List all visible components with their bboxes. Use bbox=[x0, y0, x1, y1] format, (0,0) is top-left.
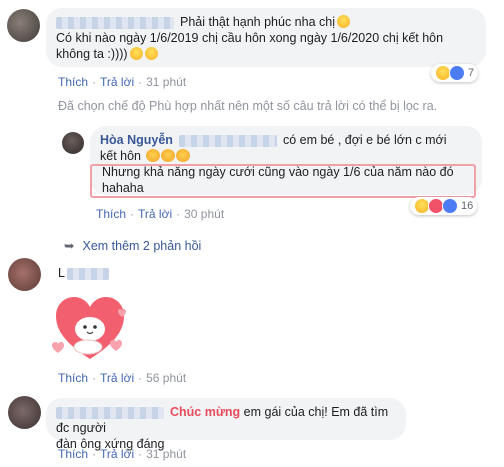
comment-line: kết hôn bbox=[100, 148, 472, 164]
heart-face-emoji-icon bbox=[175, 149, 190, 162]
comment-line: Phải thật hạnh phúc nha chị bbox=[56, 14, 476, 30]
heart-hug-sticker bbox=[52, 297, 126, 359]
timestamp[interactable]: 31 phút bbox=[146, 75, 186, 89]
avatar[interactable] bbox=[8, 258, 41, 291]
heart-face-emoji-icon bbox=[160, 149, 175, 162]
sticker-eye bbox=[93, 325, 97, 329]
reply-link[interactable]: Trả lời bbox=[100, 371, 134, 385]
comment-actions: Thích · Trả lời · 31 phút bbox=[58, 75, 187, 89]
author-name[interactable]: Hòa Nguyễn bbox=[100, 133, 173, 147]
sticker-hands bbox=[73, 339, 103, 355]
blurred-author-name[interactable] bbox=[66, 267, 109, 280]
laughing-emoji-icon bbox=[129, 47, 143, 60]
like-icon bbox=[442, 198, 458, 214]
like-link[interactable]: Thích bbox=[58, 447, 88, 461]
reaction-count: 16 bbox=[461, 200, 474, 212]
comment-actions: Thích · Trả lời · 31 phút bbox=[58, 447, 187, 461]
sticker-eye bbox=[83, 325, 87, 329]
blurred-author-name[interactable] bbox=[178, 134, 277, 147]
sticker-face bbox=[75, 317, 105, 341]
mini-heart bbox=[52, 342, 64, 353]
reply-link[interactable]: Trả lời bbox=[138, 207, 172, 221]
avatar[interactable] bbox=[8, 396, 41, 429]
filter-notice: Đã chọn chế độ Phù hợp nhất nên một số c… bbox=[58, 99, 438, 113]
reply-arrow-icon: ➥ bbox=[64, 239, 75, 253]
more-replies-link[interactable]: ➥ Xem thêm 2 phản hồi bbox=[64, 238, 201, 253]
comment-line: không ta :)))) bbox=[56, 46, 476, 62]
laughing-emoji-icon bbox=[144, 47, 158, 60]
mini-heart bbox=[110, 340, 122, 351]
like-icon bbox=[449, 65, 465, 81]
smile-emoji-icon bbox=[336, 15, 350, 28]
reaction-summary[interactable]: 16 bbox=[410, 197, 478, 215]
timestamp[interactable]: 30 phút bbox=[184, 207, 224, 221]
highlighted-text: Chúc mừng bbox=[170, 405, 241, 419]
reply-link[interactable]: Trả lời bbox=[100, 447, 134, 461]
comment-bubble: Chúc mừng em gái của chị! Em đã tìm đc n… bbox=[46, 398, 406, 451]
avatar[interactable] bbox=[62, 132, 84, 154]
timestamp[interactable]: 56 phút bbox=[146, 371, 186, 385]
comment-line: Có khi nào ngày 1/6/2019 chị cầu hôn xon… bbox=[56, 31, 444, 45]
like-link[interactable]: Thích bbox=[58, 75, 88, 89]
comment-line: Hòa Nguyễn có em bé , đợi e bé lớn c mới bbox=[100, 133, 447, 147]
highlight-box bbox=[90, 164, 476, 198]
like-link[interactable]: Thích bbox=[96, 207, 126, 221]
reply-link[interactable]: Trả lời bbox=[100, 75, 134, 89]
comment-line: Chúc mừng em gái của chị! Em đã tìm đc n… bbox=[56, 405, 389, 435]
avatar[interactable] bbox=[7, 9, 40, 42]
heart-face-emoji-icon bbox=[145, 149, 160, 162]
comment-actions: Thích · Trả lời · 56 phút bbox=[58, 371, 187, 385]
blurred-author-name[interactable] bbox=[56, 16, 174, 29]
reaction-count: 7 bbox=[468, 67, 475, 79]
reaction-summary[interactable]: 7 bbox=[431, 64, 479, 82]
timestamp[interactable]: 31 phút bbox=[146, 447, 186, 461]
comment-bubble: Phải thật hạnh phúc nha chị Có khi nào n… bbox=[46, 8, 486, 67]
author-name[interactable]: L bbox=[58, 266, 115, 280]
like-link[interactable]: Thích bbox=[58, 371, 88, 385]
blurred-author-name[interactable] bbox=[56, 406, 164, 419]
comment-actions: Thích · Trả lời · 30 phút bbox=[96, 207, 225, 221]
